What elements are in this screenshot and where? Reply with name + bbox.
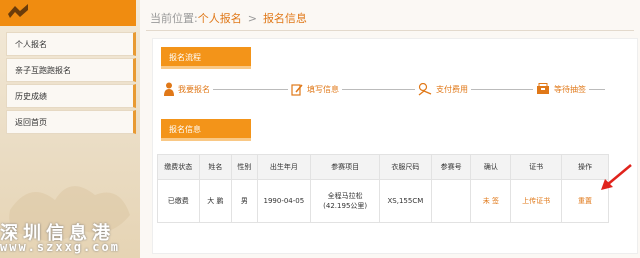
breadcrumb-current[interactable]: 个人报名: [198, 12, 242, 25]
info-section-tab: 报名信息: [161, 119, 251, 141]
step-fill-info: 填写信息: [288, 79, 342, 99]
cell-gender: 男: [231, 179, 258, 223]
cell-event: 全程马拉松 (42.195公里): [310, 179, 381, 223]
sidebar-item-individual-signup[interactable]: 个人报名: [6, 32, 136, 56]
sidebar-item-home[interactable]: 返回首页: [6, 110, 136, 134]
col-certificate: 证书: [510, 154, 562, 180]
main-panel: 当前位置:个人报名 > 报名信息 报名流程 我要报名 填写信息 支付费用 等待抽签: [140, 0, 640, 258]
col-confirm: 确认: [470, 154, 512, 180]
cell-birth: 1990-04-05: [256, 179, 312, 223]
cell-bib: [430, 179, 472, 223]
confirm-link[interactable]: 未 签: [470, 179, 512, 223]
sidebar-item-history[interactable]: 历史成绩: [6, 84, 136, 108]
cell-size: XS,155CM: [379, 179, 432, 223]
col-bib: 参赛号: [430, 154, 472, 180]
table-header-row: 缴费状态 姓名 性别 出生年月 参赛项目 衣服尺码 参赛号 确认 证书 操作: [157, 154, 610, 180]
step-lottery: 等待抽签: [533, 79, 589, 99]
sidebar-item-family-signup[interactable]: 亲子互跑跑报名: [6, 58, 136, 82]
breadcrumb: 当前位置:个人报名 > 报名信息: [150, 12, 307, 25]
cell-name: 大 鹏: [198, 179, 233, 223]
breadcrumb-page: 报名信息: [262, 12, 307, 25]
col-size: 衣服尺码: [379, 154, 432, 180]
col-gender: 性别: [231, 154, 258, 180]
edit-icon: [291, 83, 303, 96]
registration-table: 缴费状态 姓名 性别 出生年月 参赛项目 衣服尺码 参赛号 确认 证书 操作 已…: [157, 154, 610, 223]
lottery-box-icon: [537, 83, 549, 94]
logo-icon: [8, 4, 28, 18]
watermark-url: www.szxxg.com: [0, 240, 120, 254]
step-payment: 支付费用: [415, 79, 471, 99]
process-section-tab: 报名流程: [161, 47, 251, 69]
step-signup: 我要报名: [161, 79, 213, 99]
col-name: 姓名: [198, 154, 233, 180]
payment-icon: [418, 82, 432, 96]
person-icon: [164, 82, 174, 96]
col-event: 参赛项目: [310, 154, 381, 180]
logo-bar: [0, 0, 136, 26]
breadcrumb-divider: [146, 30, 634, 31]
table-row: 已缴费 大 鹏 男 1990-04-05 全程马拉松 (42.195公里) XS,…: [157, 179, 610, 223]
cell-status: 已缴费: [157, 179, 200, 223]
upload-certificate-link[interactable]: 上传证书: [510, 179, 562, 223]
col-birth: 出生年月: [256, 154, 312, 180]
process-steps: 我要报名 填写信息 支付费用 等待抽签: [161, 79, 605, 99]
col-payment-status: 缴费状态: [157, 154, 200, 180]
sidebar: 个人报名 亲子互跑跑报名 历史成绩 返回首页: [6, 32, 136, 136]
red-arrow-annotation: [601, 164, 632, 190]
